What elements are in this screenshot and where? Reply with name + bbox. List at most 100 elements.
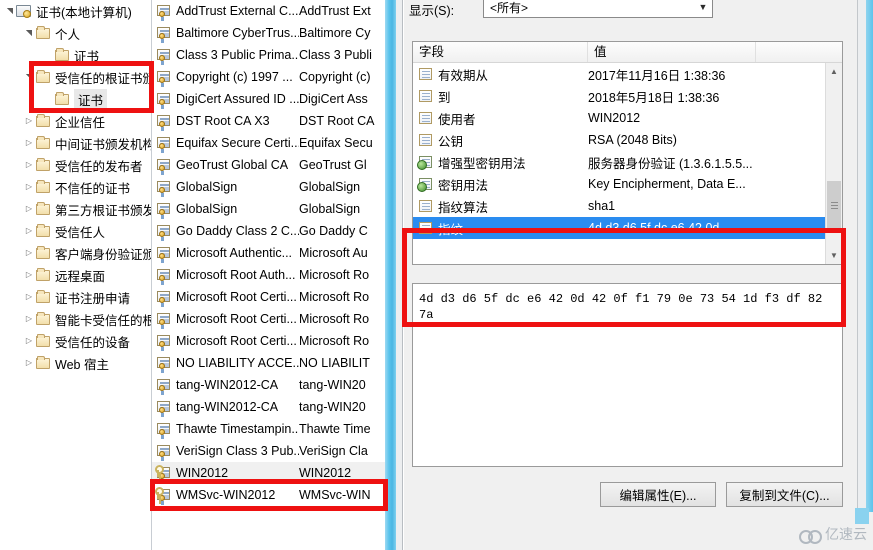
expand-arrow-open-icon[interactable]: ◢ bbox=[24, 27, 33, 39]
certificate-field-row[interactable]: 有效期从 2017年11月16日 1:38:36 bbox=[413, 63, 842, 85]
certificate-issued-by: Copyright (c) bbox=[298, 70, 371, 84]
scroll-down-arrow-icon[interactable]: ▼ bbox=[826, 247, 842, 264]
certificate-issued-by: Microsoft Ro bbox=[298, 334, 370, 348]
tree-item-0[interactable]: ◢ 证书(本地计算机) bbox=[0, 0, 151, 22]
certificate-list-row[interactable]: Baltimore CyberTrus... Baltimore Cy bbox=[152, 22, 385, 44]
tree-item-label: 受信任的设备 bbox=[55, 335, 131, 350]
certificate-icon bbox=[156, 157, 176, 175]
certificate-field-row[interactable]: 指纹 4d d3 d6 5f dc e6 42 0d ... bbox=[413, 217, 842, 239]
tree-item-12[interactable]: ▷ 远程桌面 bbox=[0, 264, 151, 286]
console-tree-pane[interactable]: ◢证书(本地计算机)◢个人证书◢受信任的根证书颁发机构证书▷企业信任▷中间证书颁… bbox=[0, 0, 151, 550]
tree-item-5[interactable]: ▷ 企业信任 bbox=[0, 110, 151, 132]
certificate-list-row[interactable]: WIN2012 WIN2012 bbox=[152, 462, 385, 484]
folder-icon bbox=[35, 69, 52, 85]
field-doc-icon bbox=[416, 198, 438, 214]
listview-header: 字段 值 bbox=[413, 42, 842, 63]
field-detail-textarea[interactable]: 4d d3 d6 5f dc e6 42 0d 42 0f f1 79 0e 7… bbox=[412, 283, 843, 467]
certificate-field-row[interactable]: 指纹算法 sha1 bbox=[413, 195, 842, 217]
certificate-list-row[interactable]: Go Daddy Class 2 C... Go Daddy C bbox=[152, 220, 385, 242]
tree-item-8[interactable]: ▷ 不信任的证书 bbox=[0, 176, 151, 198]
tree-item-15[interactable]: ▷ 受信任的设备 bbox=[0, 330, 151, 352]
expand-arrow-closed-icon[interactable]: ▷ bbox=[23, 337, 35, 345]
tree-item-7[interactable]: ▷ 受信任的发布者 bbox=[0, 154, 151, 176]
folder-icon bbox=[35, 25, 52, 41]
certificate-issued-by: Microsoft Ro bbox=[298, 312, 370, 326]
certificate-list-row[interactable]: DST Root CA X3 DST Root CA bbox=[152, 110, 385, 132]
certificate-list-row[interactable]: Microsoft Root Certi... Microsoft Ro bbox=[152, 330, 385, 352]
certificate-issued-by: Microsoft Ro bbox=[298, 268, 370, 282]
expand-arrow-closed-icon[interactable]: ▷ bbox=[23, 271, 35, 279]
expand-arrow-open-icon[interactable]: ◢ bbox=[24, 71, 33, 83]
field-doc-icon bbox=[416, 110, 438, 126]
certificate-list-pane[interactable]: AddTrust External C... AddTrust Ext Baltim… bbox=[151, 0, 385, 550]
expand-arrow-closed-icon[interactable]: ▷ bbox=[23, 315, 35, 323]
expand-arrow-closed-icon[interactable]: ▷ bbox=[23, 249, 35, 257]
column-header-value[interactable]: 值 bbox=[588, 42, 756, 62]
certificate-list-row[interactable]: GlobalSign GlobalSign bbox=[152, 198, 385, 220]
certificate-list-row[interactable]: tang-WIN2012-CA tang-WIN20 bbox=[152, 374, 385, 396]
tree-item-label: 不信任的证书 bbox=[55, 181, 131, 196]
expand-arrow-closed-icon[interactable]: ▷ bbox=[23, 183, 35, 191]
copy-to-file-button[interactable]: 复制到文件(C)... bbox=[726, 482, 843, 507]
certificate-issued-to: WMSvc-WIN2012 bbox=[176, 488, 276, 502]
certificate-list-row[interactable]: tang-WIN2012-CA tang-WIN20 bbox=[152, 396, 385, 418]
certificate-issued-by: Go Daddy C bbox=[298, 224, 368, 238]
certificate-list-row[interactable]: Microsoft Authentic... Microsoft Au bbox=[152, 242, 385, 264]
edit-properties-button[interactable]: 编辑属性(E)... bbox=[600, 482, 716, 507]
certificate-list-row[interactable]: GlobalSign GlobalSign bbox=[152, 176, 385, 198]
expand-arrow-closed-icon[interactable]: ▷ bbox=[23, 227, 35, 235]
show-filter-dropdown[interactable]: <所有> ▼ bbox=[483, 0, 713, 18]
certificate-list-row[interactable]: GeoTrust Global CA GeoTrust Gl bbox=[152, 154, 385, 176]
certificate-icon bbox=[156, 289, 176, 307]
certificate-field-row[interactable]: 使用者 WIN2012 bbox=[413, 107, 842, 129]
tree-item-9[interactable]: ▷ 第三方根证书颁发机构 bbox=[0, 198, 151, 220]
certificate-field-row[interactable]: 到 2018年5月18日 1:38:36 bbox=[413, 85, 842, 107]
folder-icon bbox=[35, 135, 52, 151]
certificate-list-row[interactable]: Microsoft Root Certi... Microsoft Ro bbox=[152, 286, 385, 308]
tree-item-11[interactable]: ▷ 客户端身份验证颁发者 bbox=[0, 242, 151, 264]
tree-item-10[interactable]: ▷ 受信任人 bbox=[0, 220, 151, 242]
tree-item-14[interactable]: ▷ 智能卡受信任的根 bbox=[0, 308, 151, 330]
expand-arrow-closed-icon[interactable]: ▷ bbox=[23, 117, 35, 125]
expand-arrow-closed-icon[interactable]: ▷ bbox=[23, 161, 35, 169]
tree-item-2[interactable]: 证书 bbox=[0, 44, 151, 66]
field-doc-icon bbox=[416, 132, 438, 148]
certificate-field-row[interactable]: 增强型密钥用法 服务器身份验证 (1.3.6.1.5.5... bbox=[413, 151, 842, 173]
certificate-list-row[interactable]: Copyright (c) 1997 ... Copyright (c) bbox=[152, 66, 385, 88]
certificate-field-row[interactable]: 密钥用法 Key Encipherment, Data E... bbox=[413, 173, 842, 195]
certificate-field-row[interactable]: 公钥 RSA (2048 Bits) bbox=[413, 129, 842, 151]
certificate-list-row[interactable]: Microsoft Root Certi... Microsoft Ro bbox=[152, 308, 385, 330]
certificate-fields-listview[interactable]: 字段 值 有效期从 2017年11月16日 1:38:36 到 2018年5月18日 … bbox=[412, 41, 843, 265]
scrollbar-thumb[interactable] bbox=[827, 181, 841, 229]
expand-arrow-closed-icon[interactable]: ▷ bbox=[23, 293, 35, 301]
certificate-list-row[interactable]: AddTrust External C... AddTrust Ext bbox=[152, 0, 385, 22]
scroll-up-arrow-icon[interactable]: ▲ bbox=[826, 63, 842, 80]
listview-rows[interactable]: 有效期从 2017年11月16日 1:38:36 到 2018年5月18日 1:38:… bbox=[413, 63, 842, 239]
cloud-icon bbox=[799, 527, 822, 544]
column-header-field[interactable]: 字段 bbox=[413, 42, 588, 62]
certificate-list-row[interactable]: Microsoft Root Auth... Microsoft Ro bbox=[152, 264, 385, 286]
tree-item-16[interactable]: ▷ Web 宿主 bbox=[0, 352, 151, 374]
certificate-issued-to: tang-WIN2012-CA bbox=[176, 378, 279, 392]
expand-arrow-closed-icon[interactable]: ▷ bbox=[23, 205, 35, 213]
expand-arrow-closed-icon[interactable]: ▷ bbox=[23, 359, 35, 367]
chevron-down-icon[interactable]: ▼ bbox=[694, 2, 712, 12]
folder-icon bbox=[54, 91, 71, 107]
field-doc-icon bbox=[416, 88, 438, 104]
tree-item-6[interactable]: ▷ 中间证书颁发机构 bbox=[0, 132, 151, 154]
listview-scrollbar[interactable]: ▲ ▼ bbox=[825, 63, 842, 264]
certificate-list-row[interactable]: WMSvc-WIN2012 WMSvc-WIN bbox=[152, 484, 385, 506]
certificate-list-row[interactable]: VeriSign Class 3 Pub... VeriSign Cla bbox=[152, 440, 385, 462]
expand-arrow-closed-icon[interactable]: ▷ bbox=[23, 139, 35, 147]
tree-item-4[interactable]: 证书 bbox=[0, 88, 151, 110]
tree-item-1[interactable]: ◢ 个人 bbox=[0, 22, 151, 44]
tree-item-3[interactable]: ◢ 受信任的根证书颁发机构 bbox=[0, 66, 151, 88]
certificate-list-row[interactable]: DigiCert Assured ID ... DigiCert Ass bbox=[152, 88, 385, 110]
tree-item-13[interactable]: ▷ 证书注册申请 bbox=[0, 286, 151, 308]
certificate-list-row[interactable]: NO LIABILITY ACCE... NO LIABILIT bbox=[152, 352, 385, 374]
certificate-issued-to: Go Daddy Class 2 C... bbox=[176, 224, 299, 238]
expand-arrow-open-icon[interactable]: ◢ bbox=[5, 5, 14, 17]
certificate-list-row[interactable]: Equifax Secure Certi... Equifax Secu bbox=[152, 132, 385, 154]
certificate-list-row[interactable]: Thawte Timestampin... Thawte Time bbox=[152, 418, 385, 440]
certificate-list-row[interactable]: Class 3 Public Prima... Class 3 Publi bbox=[152, 44, 385, 66]
